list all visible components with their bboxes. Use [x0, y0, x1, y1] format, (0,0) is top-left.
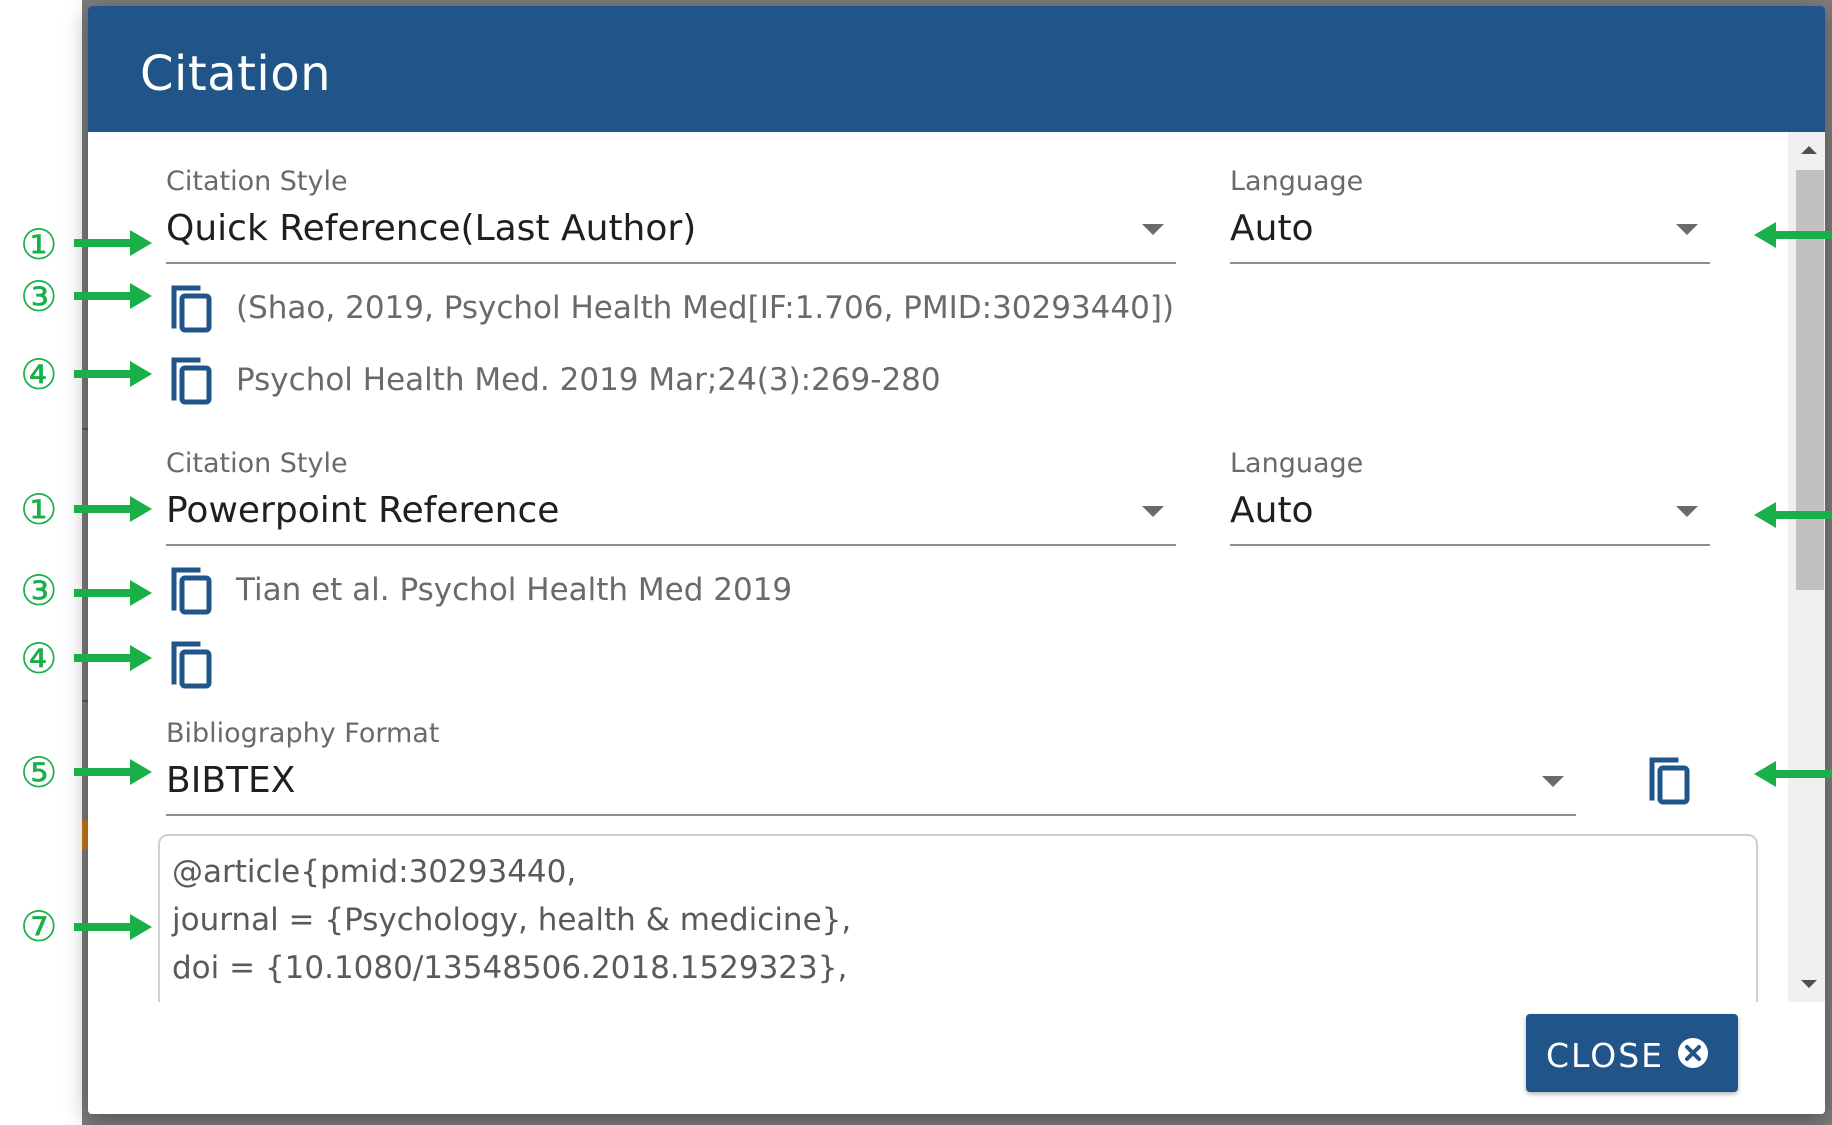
- reference-text: Psychol Health Med. 2019 Mar;24(3):269-2…: [236, 362, 941, 398]
- annotation-marker: ⑤: [20, 748, 58, 797]
- copy-icon[interactable]: [168, 282, 214, 334]
- citation-style-select[interactable]: Quick Reference(Last Author): [166, 206, 1176, 264]
- annotation-marker: ①: [20, 220, 58, 269]
- annotation-arrow-right: [74, 759, 152, 785]
- citation-text: Tian et al. Psychol Health Med 2019: [236, 572, 793, 608]
- citation-style-value: Quick Reference(Last Author): [166, 208, 697, 249]
- annotation-arrow-left: [1754, 761, 1832, 787]
- annotation-marker: ③: [20, 566, 58, 615]
- citation-style-value: Powerpoint Reference: [166, 490, 560, 531]
- close-button[interactable]: CLOSE: [1526, 1014, 1738, 1092]
- bibliography-format-value: BIBTEX: [166, 760, 296, 801]
- close-icon: [1678, 1038, 1708, 1068]
- chevron-down-icon: [1676, 506, 1698, 517]
- copy-icon[interactable]: [168, 638, 214, 690]
- bibliography-line: doi = {10.1080/13548506.2018.1529323},: [172, 950, 848, 986]
- language-select[interactable]: Auto: [1230, 206, 1710, 264]
- citation-style-label: Citation Style: [166, 448, 348, 479]
- citation-text: (Shao, 2019, Psychol Health Med[IF:1.706…: [236, 290, 1175, 326]
- citation-style-label: Citation Style: [166, 166, 348, 197]
- chevron-down-icon: [1542, 776, 1564, 787]
- copy-icon[interactable]: [1646, 754, 1692, 806]
- bibliography-line: @article{pmid:30293440,: [172, 854, 577, 890]
- scroll-up-icon[interactable]: [1801, 146, 1817, 154]
- dialog-title: Citation: [140, 46, 332, 102]
- annotation-arrow-right: [74, 230, 152, 256]
- annotation-marker: ④: [20, 350, 58, 399]
- language-label: Language: [1230, 166, 1364, 197]
- citation-style-select[interactable]: Powerpoint Reference: [166, 488, 1176, 546]
- annotation-arrow-right: [74, 580, 152, 606]
- chevron-down-icon: [1142, 506, 1164, 517]
- bibliography-line: journal = {Psychology, health & medicine…: [172, 902, 852, 938]
- scrollbar[interactable]: [1788, 132, 1825, 1002]
- annotation-marker: ⑦: [20, 902, 58, 951]
- scroll-down-icon[interactable]: [1801, 980, 1817, 988]
- annotation-marker: ④: [20, 634, 58, 683]
- annotation-arrow-left: [1754, 222, 1832, 248]
- annotation-arrow-right: [74, 645, 152, 671]
- close-button-label: CLOSE: [1546, 1036, 1665, 1075]
- annotation-arrow-left: [1754, 502, 1832, 528]
- copy-icon[interactable]: [168, 564, 214, 616]
- language-value: Auto: [1230, 490, 1314, 531]
- chevron-down-icon: [1676, 224, 1698, 235]
- language-label: Language: [1230, 448, 1364, 479]
- citation-dialog: Citation Citation Style Quick Reference(…: [88, 6, 1825, 1114]
- dialog-header: Citation: [88, 6, 1825, 132]
- annotation-arrow-right: [74, 361, 152, 387]
- annotation-arrow-right: [74, 914, 152, 940]
- bibliography-format-select[interactable]: BIBTEX: [166, 758, 1576, 816]
- annotation-arrow-right: [74, 496, 152, 522]
- annotation-marker: ①: [20, 485, 58, 534]
- bibliography-format-label: Bibliography Format: [166, 718, 440, 749]
- chevron-down-icon: [1142, 224, 1164, 235]
- annotation-marker: ③: [20, 272, 58, 321]
- copy-icon[interactable]: [168, 354, 214, 406]
- annotation-arrow-right: [74, 283, 152, 309]
- language-select[interactable]: Auto: [1230, 488, 1710, 546]
- language-value: Auto: [1230, 208, 1314, 249]
- dialog-footer: CLOSE: [88, 1002, 1825, 1114]
